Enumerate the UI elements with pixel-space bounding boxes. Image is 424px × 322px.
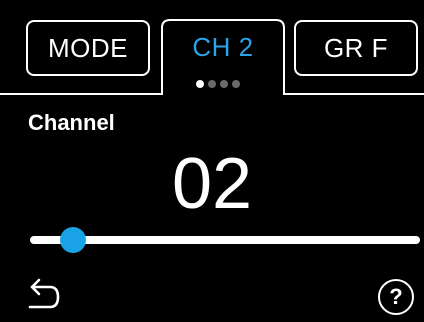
channel-slider-track[interactable] (30, 236, 420, 244)
page-indicator (196, 80, 252, 90)
back-arrow-icon (28, 278, 60, 309)
screen: MODE CH 2 GR F Channel 02 ? (0, 0, 424, 322)
help-button[interactable]: ? (378, 279, 414, 315)
page-dot (232, 80, 240, 88)
tab-group-label: GR F (323, 32, 389, 63)
tab-mode[interactable]: MODE (26, 20, 150, 76)
tab-channel[interactable]: CH 2 (162, 32, 284, 63)
channel-slider-thumb[interactable] (59, 227, 86, 253)
section-title: Channel (28, 110, 115, 135)
page-dot (208, 80, 216, 88)
back-button[interactable] (24, 278, 62, 312)
tab-channel-label: CH 2 (192, 32, 254, 62)
page-dot (196, 80, 204, 88)
page-dot (220, 80, 228, 88)
channel-value: 02 (171, 144, 253, 224)
help-icon: ? (389, 284, 403, 309)
tab-group[interactable]: GR F (294, 20, 418, 76)
tab-mode-label: MODE (48, 32, 128, 63)
